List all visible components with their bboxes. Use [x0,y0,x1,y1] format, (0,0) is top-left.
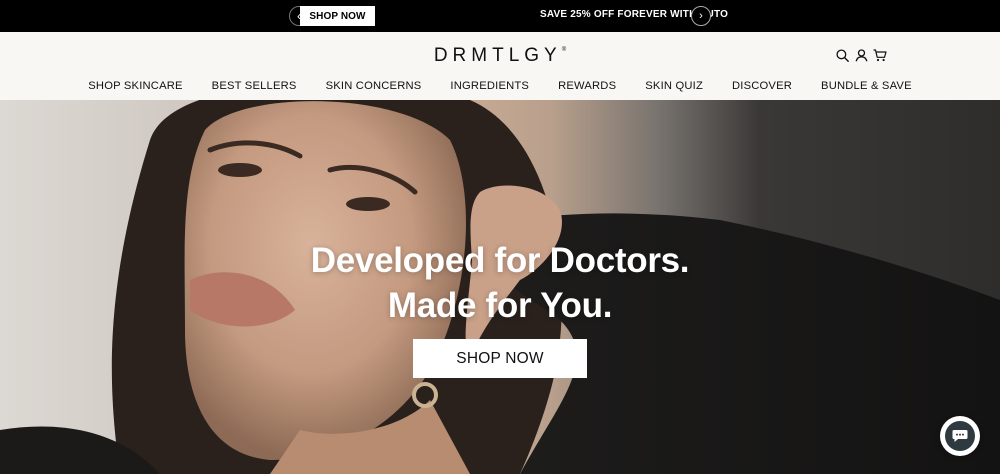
nav-item-discover[interactable]: DISCOVER [732,80,792,92]
chat-widget-button[interactable] [940,416,980,456]
chat-bubble-icon [945,421,975,451]
logo-text[interactable]: DRMTLGY [434,45,562,66]
nav-item-ingredients[interactable]: INGREDIENTS [450,80,529,92]
header-icons [835,47,887,63]
site-header: DRMTLGY® SHOP SKINCARE BEST SELLERS SKIN… [0,32,1000,100]
hero-headline-line-1: Developed for Doctors. [310,241,690,280]
nav-item-skin-concerns[interactable]: SKIN CONCERNS [326,80,422,92]
chevron-right-icon[interactable]: › [691,6,711,26]
announcement-shop-now-button[interactable]: SHOP NOW [300,6,375,26]
hero-shop-now-button[interactable]: SHOP NOW [413,339,587,378]
nav-item-rewards[interactable]: REWARDS [558,80,616,92]
hero-headline-line-2: Made for You. [387,286,613,325]
hero-headline: Developed for Doctors. Made for You. [0,238,1000,328]
nav-item-skin-quiz[interactable]: SKIN QUIZ [645,80,703,92]
main-nav: SHOP SKINCARE BEST SELLERS SKIN CONCERNS… [0,80,1000,92]
nav-item-bundle-save[interactable]: BUNDLE & SAVE [821,80,912,92]
hero-banner: Developed for Doctors. Made for You. SHO… [0,100,1000,474]
nav-item-best-sellers[interactable]: BEST SELLERS [212,80,297,92]
cart-icon[interactable] [873,47,887,63]
registered-mark: ® [561,47,567,53]
nav-item-shop-skincare[interactable]: SHOP SKINCARE [88,80,182,92]
announcement-bar: ‹ SHOP NOW SAVE 25% OFF FOREVER WITH AUT… [0,0,1000,32]
search-icon[interactable] [835,47,849,63]
account-icon[interactable] [854,47,868,63]
